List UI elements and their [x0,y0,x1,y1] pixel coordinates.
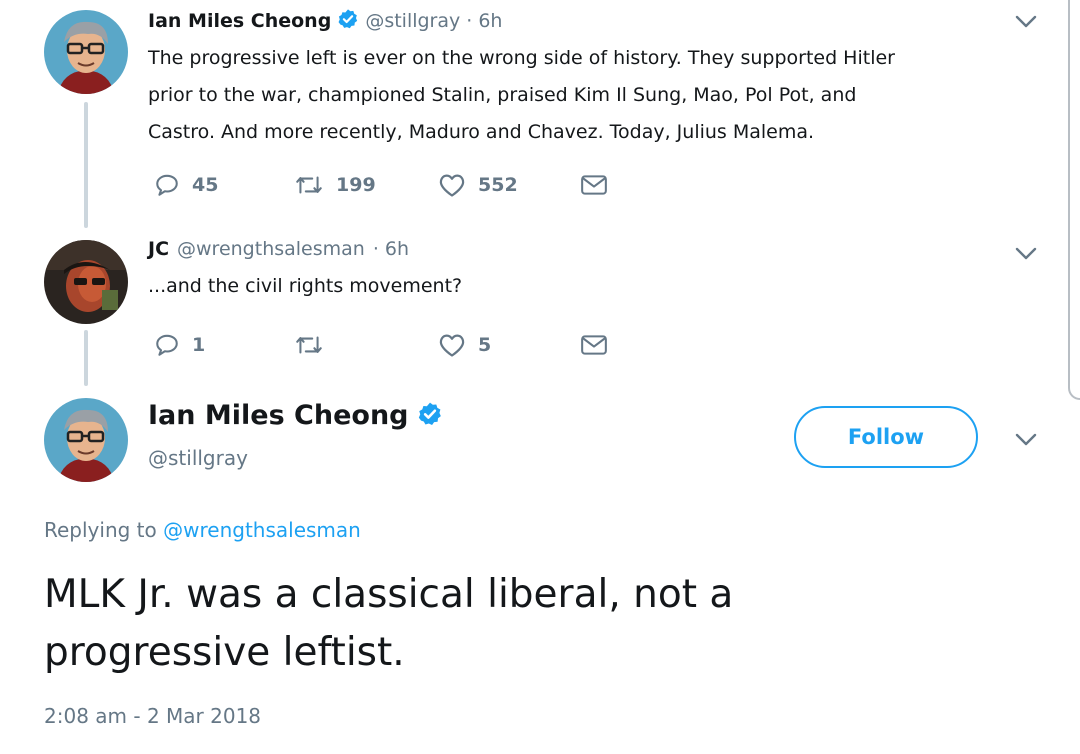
avatar[interactable] [44,398,128,482]
direct-message-button[interactable] [580,333,608,357]
tweet-timestamp[interactable]: 2:08 am - 2 Mar 2018 [44,704,261,728]
tweet-time[interactable]: · 6h [373,238,409,260]
direct-message-button[interactable] [580,173,608,197]
thread-line-2 [84,330,88,386]
retweet-button[interactable] [294,332,336,358]
like-button[interactable]: 552 [438,172,518,198]
replying-to-link[interactable]: @wrengthsalesman [163,518,361,542]
reply-button[interactable]: 1 [154,332,205,358]
avatar[interactable] [44,10,128,94]
reply-icon [156,334,178,356]
main-tweet-text: MLK Jr. was a classical liberal, not a p… [44,566,733,682]
tweet-text-line: progressive leftist. [44,630,405,675]
author-handle[interactable]: @stillgray [365,10,460,32]
retweet-button[interactable]: 199 [294,172,376,198]
retweet-count: 199 [336,174,376,196]
reply-icon [156,174,178,196]
tweet-time[interactable]: · 6h [466,10,502,32]
tweet-text-line: ...and the civil rights movement? [148,275,463,297]
tweet-text-line: prior to the war, championed Stalin, pra… [148,84,857,106]
follow-button[interactable]: Follow [794,406,978,468]
tweet-text-line: Castro. And more recently, Maduro and Ch… [148,121,815,143]
chevron-down-icon[interactable] [1014,246,1038,262]
envelope-icon [581,175,607,195]
scrollbar[interactable] [1068,0,1080,400]
author-handle[interactable]: @wrengthsalesman [177,238,365,260]
tweet-text: ...and the civil rights movement? [148,268,462,305]
avatar[interactable] [44,240,128,324]
retweet-icon [296,336,322,354]
tweet-text: The progressive left is ever on the wron… [148,40,895,151]
verified-badge-icon [417,401,443,431]
reply-count: 1 [192,334,206,356]
like-count: 552 [478,174,518,196]
like-button[interactable]: 5 [438,332,491,358]
author-handle[interactable]: @stillgray [148,446,248,470]
author-name[interactable]: Ian Miles Cheong [148,400,409,431]
tweet-text-line: MLK Jr. was a classical liberal, not a [44,572,734,617]
chevron-down-icon[interactable] [1014,432,1038,448]
replying-to: Replying to @wrengthsalesman [44,518,361,542]
main-tweet-author: Ian Miles Cheong [148,400,443,431]
reply-count: 45 [192,174,219,196]
tweet-text-line: The progressive left is ever on the wron… [148,47,895,69]
thread-line-1 [84,102,88,228]
retweet-icon [296,176,322,194]
heart-icon [439,174,465,197]
verified-badge-icon [337,8,359,34]
chevron-down-icon[interactable] [1014,14,1038,30]
tweet-header: Ian Miles Cheong @stillgray · 6h [148,8,502,34]
envelope-icon [581,335,607,355]
reply-button[interactable]: 45 [154,172,218,198]
like-count: 5 [478,334,492,356]
heart-icon [439,334,465,357]
author-name[interactable]: Ian Miles Cheong [148,10,331,32]
replying-to-label: Replying to [44,518,157,542]
author-name[interactable]: JC [148,238,169,260]
tweet-header: JC @wrengthsalesman · 6h [148,238,409,260]
